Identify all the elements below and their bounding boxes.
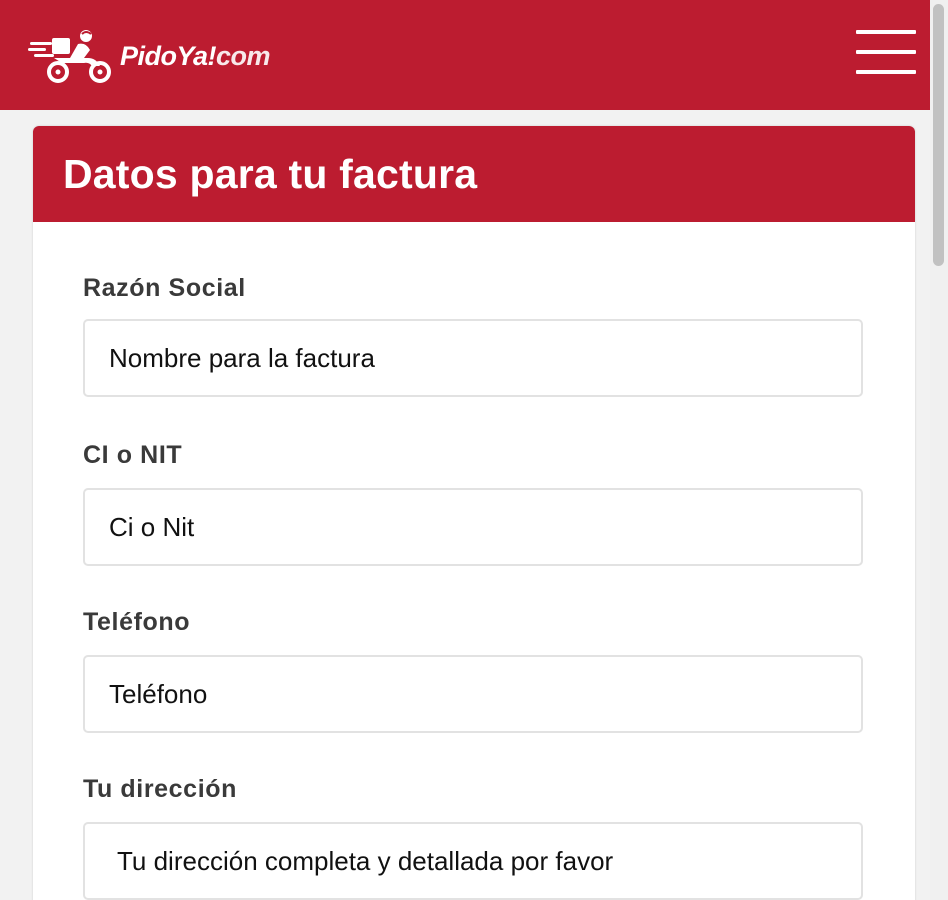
brand-logo[interactable]: PidoYa!com (28, 28, 271, 84)
brand-name: PidoYa!com (120, 40, 271, 71)
razon-social-input[interactable] (83, 319, 863, 397)
direccion-input[interactable] (83, 822, 863, 900)
ci-nit-input[interactable] (83, 488, 863, 566)
telefono-label: Teléfono (83, 608, 191, 636)
telefono-input[interactable] (83, 655, 863, 733)
ci-nit-label: CI o NIT (83, 441, 183, 469)
razon-social-label: Razón Social (83, 274, 246, 302)
hamburger-menu-icon[interactable] (854, 28, 918, 78)
delivery-motorbike-icon (28, 30, 111, 83)
direccion-label: Tu dirección (83, 775, 237, 803)
card-title: Datos para tu factura (63, 150, 478, 197)
vertical-scrollbar[interactable] (930, 0, 948, 900)
invoice-card: Datos para tu factura Razón Social CI o … (33, 126, 915, 900)
page: PidoYa!com Datos para tu factura Razón S… (0, 0, 948, 900)
top-navbar: PidoYa!com (0, 0, 930, 110)
card-header: Datos para tu factura (33, 126, 915, 222)
scrollbar-thumb[interactable] (933, 4, 944, 266)
